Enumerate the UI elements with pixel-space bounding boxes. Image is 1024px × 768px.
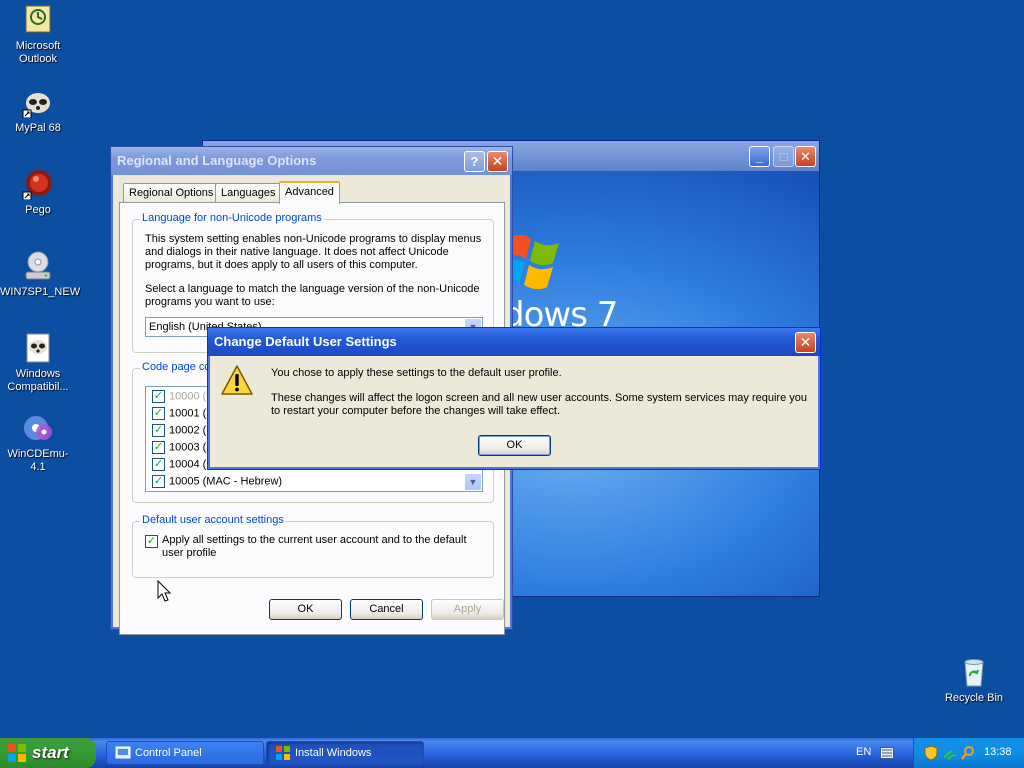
list-item-label: 10002 ( [169,424,207,437]
desktop-icon-recycle-bin[interactable]: Recycle Bin [936,656,1012,705]
control-panel-icon [115,746,131,759]
close-icon: ✕ [491,153,504,169]
desktop-icon-label: WinCDEmu-4.1 [7,448,69,473]
list-item-label: 10005 (MAC - Hebrew) [169,475,283,488]
desktop-icon-pego[interactable]: Pego [0,168,76,217]
checkbox[interactable]: ✓ [152,441,165,454]
ok-button[interactable]: OK [269,599,342,620]
outlook-icon [25,5,51,33]
close-button[interactable]: ✕ [487,151,508,172]
tab-regional-options[interactable]: Regional Options [123,183,220,203]
ok-button[interactable]: OK [478,435,551,456]
taskbar-item-label: Install Windows [295,747,372,759]
list-item[interactable]: ✓ 10000 ( [152,390,206,403]
message-title: Change Default User Settings [214,334,397,349]
list-item[interactable]: ✓ 10001 ( [152,407,206,420]
security-shield-icon[interactable] [924,745,938,761]
chevron-down-icon: ▼ [468,477,478,487]
checkbox-label: Apply all settings to the current user a… [162,534,467,559]
network-icon[interactable] [942,745,958,761]
raccoon-icon [22,93,50,118]
group-label: Language for non-Unicode programs [140,212,324,224]
taskbar-item-label: Control Panel [135,747,202,759]
language-indicator[interactable]: EN [856,746,871,758]
list-item[interactable]: ✓ 10004 ( [152,458,206,471]
message-titlebar[interactable]: Change Default User Settings ✕ [208,328,820,356]
close-button[interactable]: ✕ [795,332,816,353]
search-icon[interactable] [960,745,976,761]
desktop-icon-label: WIN7SP1_NEW [0,286,81,298]
cancel-button[interactable]: Cancel [350,599,423,620]
list-item-label: 10001 ( [169,407,207,420]
checkbox[interactable]: ✓ [152,390,165,403]
apply-button[interactable]: Apply [431,599,504,620]
message-line2: These changes will affect the logon scre… [271,392,808,417]
desktop-icon-label: Microsoft Outlook [15,40,61,65]
maximize-button[interactable]: □ [773,146,794,167]
taskbar-item-install-windows[interactable]: Install Windows [266,741,424,765]
dialog-titlebar[interactable]: Regional and Language Options ? ✕ [111,147,512,175]
desktop-icon-label: Recycle Bin [944,692,1004,704]
checkbox[interactable]: ✓ [152,458,165,471]
taskbar-item-control-panel[interactable]: Control Panel [106,741,264,765]
minimize-button[interactable]: _ [749,146,770,167]
recycle-bin-icon [964,659,984,687]
tab-strip: Regional Options Languages Advanced [120,181,506,204]
help-button[interactable]: ? [464,151,485,172]
keyboard-icon[interactable] [880,747,894,759]
default-user-group: Default user account settings ✓ Apply al… [132,514,494,578]
compatibility-icon [26,333,50,363]
clock[interactable]: 13:38 [984,746,1012,758]
install-windows-icon [276,746,290,760]
desktop-icon-win7sp1[interactable]: WIN7SP1_NEW [0,250,81,299]
non-unicode-description: This system setting enables non-Unicode … [145,233,482,271]
list-item[interactable]: ✓ 10005 (MAC - Hebrew) [152,475,282,488]
checkbox[interactable]: ✓ [145,535,158,548]
warning-icon [221,365,253,395]
taskbar: start Control Panel Install Windows EN 1… [0,738,1024,768]
checkbox[interactable]: ✓ [152,475,165,488]
group-label: Default user account settings [140,514,286,526]
message-line1: You chose to apply these settings to the… [271,367,562,379]
desktop-icon-outlook[interactable]: Microsoft Outlook [0,4,76,66]
mouse-cursor-icon [157,580,171,602]
tab-languages[interactable]: Languages [215,183,282,203]
checkbox[interactable]: ✓ [152,424,165,437]
close-icon: ✕ [799,334,812,350]
list-item-label: 10004 ( [169,458,207,471]
desktop-icon-windows-compat[interactable]: Windows Compatibil... [0,332,76,394]
desktop-icon-mypal[interactable]: MyPal 68 [0,86,76,135]
dialog-title: Regional and Language Options [117,153,317,168]
maximize-icon: □ [779,149,788,164]
help-icon: ? [470,154,479,169]
windows-logo-icon [8,744,26,762]
list-item-label: 10000 ( [169,390,207,403]
pego-icon [22,170,52,200]
cd-drive-icon [25,251,51,280]
list-item[interactable]: ✓ 10002 ( [152,424,206,437]
group-label: Code page co [140,361,213,373]
wincdemu-icon [24,416,52,440]
desktop-icon-label: MyPal 68 [15,122,61,134]
start-label: start [32,743,69,762]
system-tray: 13:38 [913,738,1024,768]
close-icon: ✕ [800,149,811,164]
list-item[interactable]: ✓ 10003 ( [152,441,206,454]
start-button[interactable]: start [0,738,96,768]
change-default-user-settings-dialog[interactable]: Change Default User Settings ✕ You chose… [207,327,821,470]
minimize-icon: _ [755,149,764,164]
list-item-label: 10003 ( [169,441,207,454]
desktop-icon-label: Windows Compatibil... [7,368,69,393]
close-button[interactable]: ✕ [795,146,816,167]
non-unicode-prompt: Select a language to match the language … [145,283,480,308]
tab-advanced[interactable]: Advanced [279,181,340,204]
scroll-down-button[interactable]: ▼ [465,474,481,490]
desktop-icon-label: Pego [25,204,51,216]
checkbox[interactable]: ✓ [152,407,165,420]
desktop-icon-wincdemu[interactable]: WinCDEmu-4.1 [0,412,76,474]
